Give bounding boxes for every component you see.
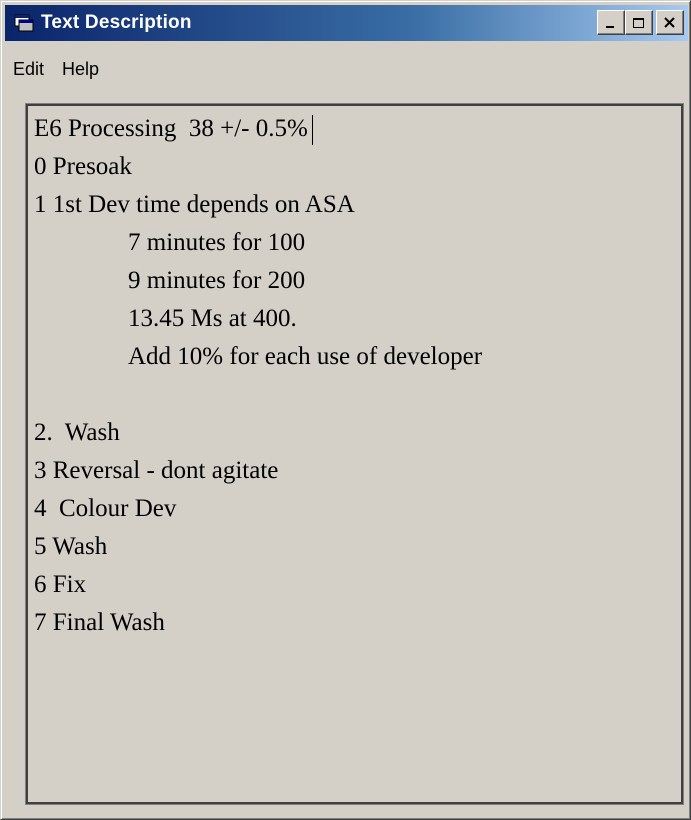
text-line: 1 1st Dev time depends on ASA bbox=[34, 191, 355, 218]
maximize-icon bbox=[633, 17, 644, 28]
minimize-button[interactable] bbox=[597, 10, 625, 35]
app-window-icon[interactable] bbox=[13, 12, 35, 34]
text-line: 7 minutes for 100 bbox=[128, 229, 306, 256]
title-bar[interactable]: Text Description bbox=[5, 5, 688, 41]
text-line: 5 Wash bbox=[34, 533, 108, 560]
menu-bar: Edit Help bbox=[5, 53, 109, 85]
maximize-button[interactable] bbox=[625, 10, 653, 35]
text-line: Add 10% for each use of developer bbox=[128, 343, 483, 370]
text-line: 0 Presoak bbox=[34, 153, 132, 180]
caption-buttons bbox=[597, 10, 684, 35]
minimize-icon bbox=[606, 25, 614, 28]
text-line: 9 minutes for 200 bbox=[128, 267, 306, 294]
text-caret bbox=[311, 115, 313, 146]
text-line: 4 Colour Dev bbox=[34, 495, 177, 522]
description-text-area[interactable]: E6 Processing 38 +/- 0.5% 0 Presoak 1 1s… bbox=[26, 104, 683, 804]
close-icon bbox=[664, 16, 675, 28]
text-line: 7 Final Wash bbox=[34, 609, 165, 636]
text-line: E6 Processing 38 +/- 0.5% bbox=[34, 110, 675, 148]
text-line: 6 Fix bbox=[34, 571, 87, 598]
text-line: 13.45 Ms at 400. bbox=[128, 305, 297, 332]
text-line-content: E6 Processing 38 +/- 0.5% bbox=[34, 115, 308, 142]
window-title: Text Description bbox=[41, 12, 192, 33]
text-line: 2. Wash bbox=[34, 419, 120, 446]
text-description-window: Text Description Edit Help E6 Processing… bbox=[0, 0, 691, 820]
close-button[interactable] bbox=[656, 10, 684, 35]
text-line: 3 Reversal - dont agitate bbox=[34, 457, 279, 484]
text-line-blank bbox=[34, 376, 675, 414]
menu-edit[interactable]: Edit bbox=[5, 59, 54, 80]
menu-help[interactable]: Help bbox=[54, 59, 109, 80]
